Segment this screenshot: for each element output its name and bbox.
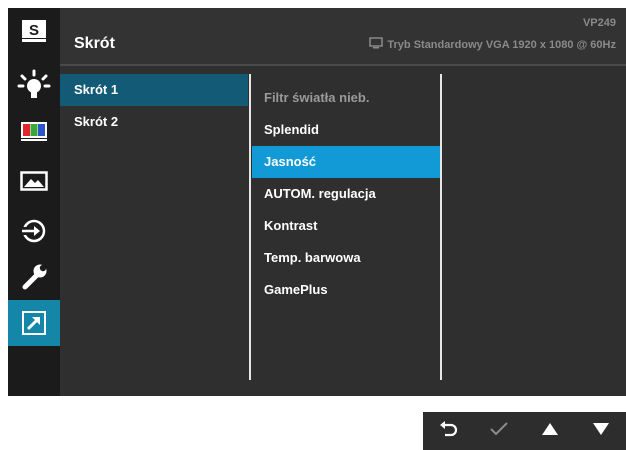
column-separator [440, 74, 442, 380]
option-auto-adjust[interactable]: AUTOM. regulacja [252, 178, 440, 210]
option-splendid[interactable]: Splendid [252, 114, 440, 146]
rail-item-splendid[interactable]: S [8, 8, 60, 54]
confirm-button[interactable] [479, 412, 519, 450]
monitor-icon [369, 37, 384, 52]
up-button[interactable] [530, 412, 570, 450]
rail-item-color[interactable] [8, 108, 60, 154]
option-gameplus[interactable]: GamePlus [252, 274, 440, 306]
rail-item-input[interactable] [8, 208, 60, 254]
image-icon [20, 170, 48, 192]
shortcut-arrow-icon [21, 310, 47, 336]
rail-item-image[interactable] [8, 158, 60, 204]
rail-item-shortcut[interactable] [8, 300, 60, 346]
option-contrast[interactable]: Kontrast [252, 210, 440, 242]
option-brightness[interactable]: Jasność [252, 146, 440, 178]
shortcut-menu: Skrót 1 Skrót 2 [60, 74, 248, 138]
back-icon [438, 420, 458, 443]
header-bar: Skrót VP249 Tryb Standardowy VGA 1920 x … [60, 8, 626, 64]
confirm-check-icon [489, 421, 509, 442]
icon-rail: S [8, 8, 60, 396]
splendid-s-icon: S [21, 19, 47, 43]
header-divider [60, 64, 626, 66]
down-arrow-icon [592, 422, 610, 441]
model-name: VP249 [582, 17, 616, 29]
menu-item-shortcut-2[interactable]: Skrót 2 [60, 106, 248, 138]
shortcut-options-list: Filtr światła nieb. Splendid Jasność AUT… [252, 82, 440, 306]
splendid-glyph: S [29, 22, 39, 39]
status-line: Tryb Standardowy VGA 1920 x 1080 @ 60Hz [369, 37, 616, 52]
input-select-icon [19, 218, 49, 244]
option-blue-light-filter[interactable]: Filtr światła nieb. [252, 82, 440, 114]
back-button[interactable] [428, 412, 468, 450]
color-bars-icon [20, 120, 48, 142]
rail-item-blue-light[interactable] [8, 62, 60, 108]
rail-item-system[interactable] [8, 254, 60, 300]
status-text: Tryb Standardowy VGA 1920 x 1080 @ 60Hz [387, 38, 616, 51]
column-separator [249, 74, 251, 380]
option-color-temp[interactable]: Temp. barwowa [252, 242, 440, 274]
osd-panel: S Skrót VP249 Tryb Standardowy VGA 1920 … [8, 8, 626, 396]
system-setup-wrench-icon [19, 262, 49, 292]
down-button[interactable] [581, 412, 621, 450]
blue-light-filter-icon [17, 68, 51, 102]
page-title: Skrót [74, 35, 115, 52]
up-arrow-icon [541, 422, 559, 441]
menu-item-shortcut-1[interactable]: Skrót 1 [60, 74, 248, 106]
navigation-bar [423, 412, 626, 450]
